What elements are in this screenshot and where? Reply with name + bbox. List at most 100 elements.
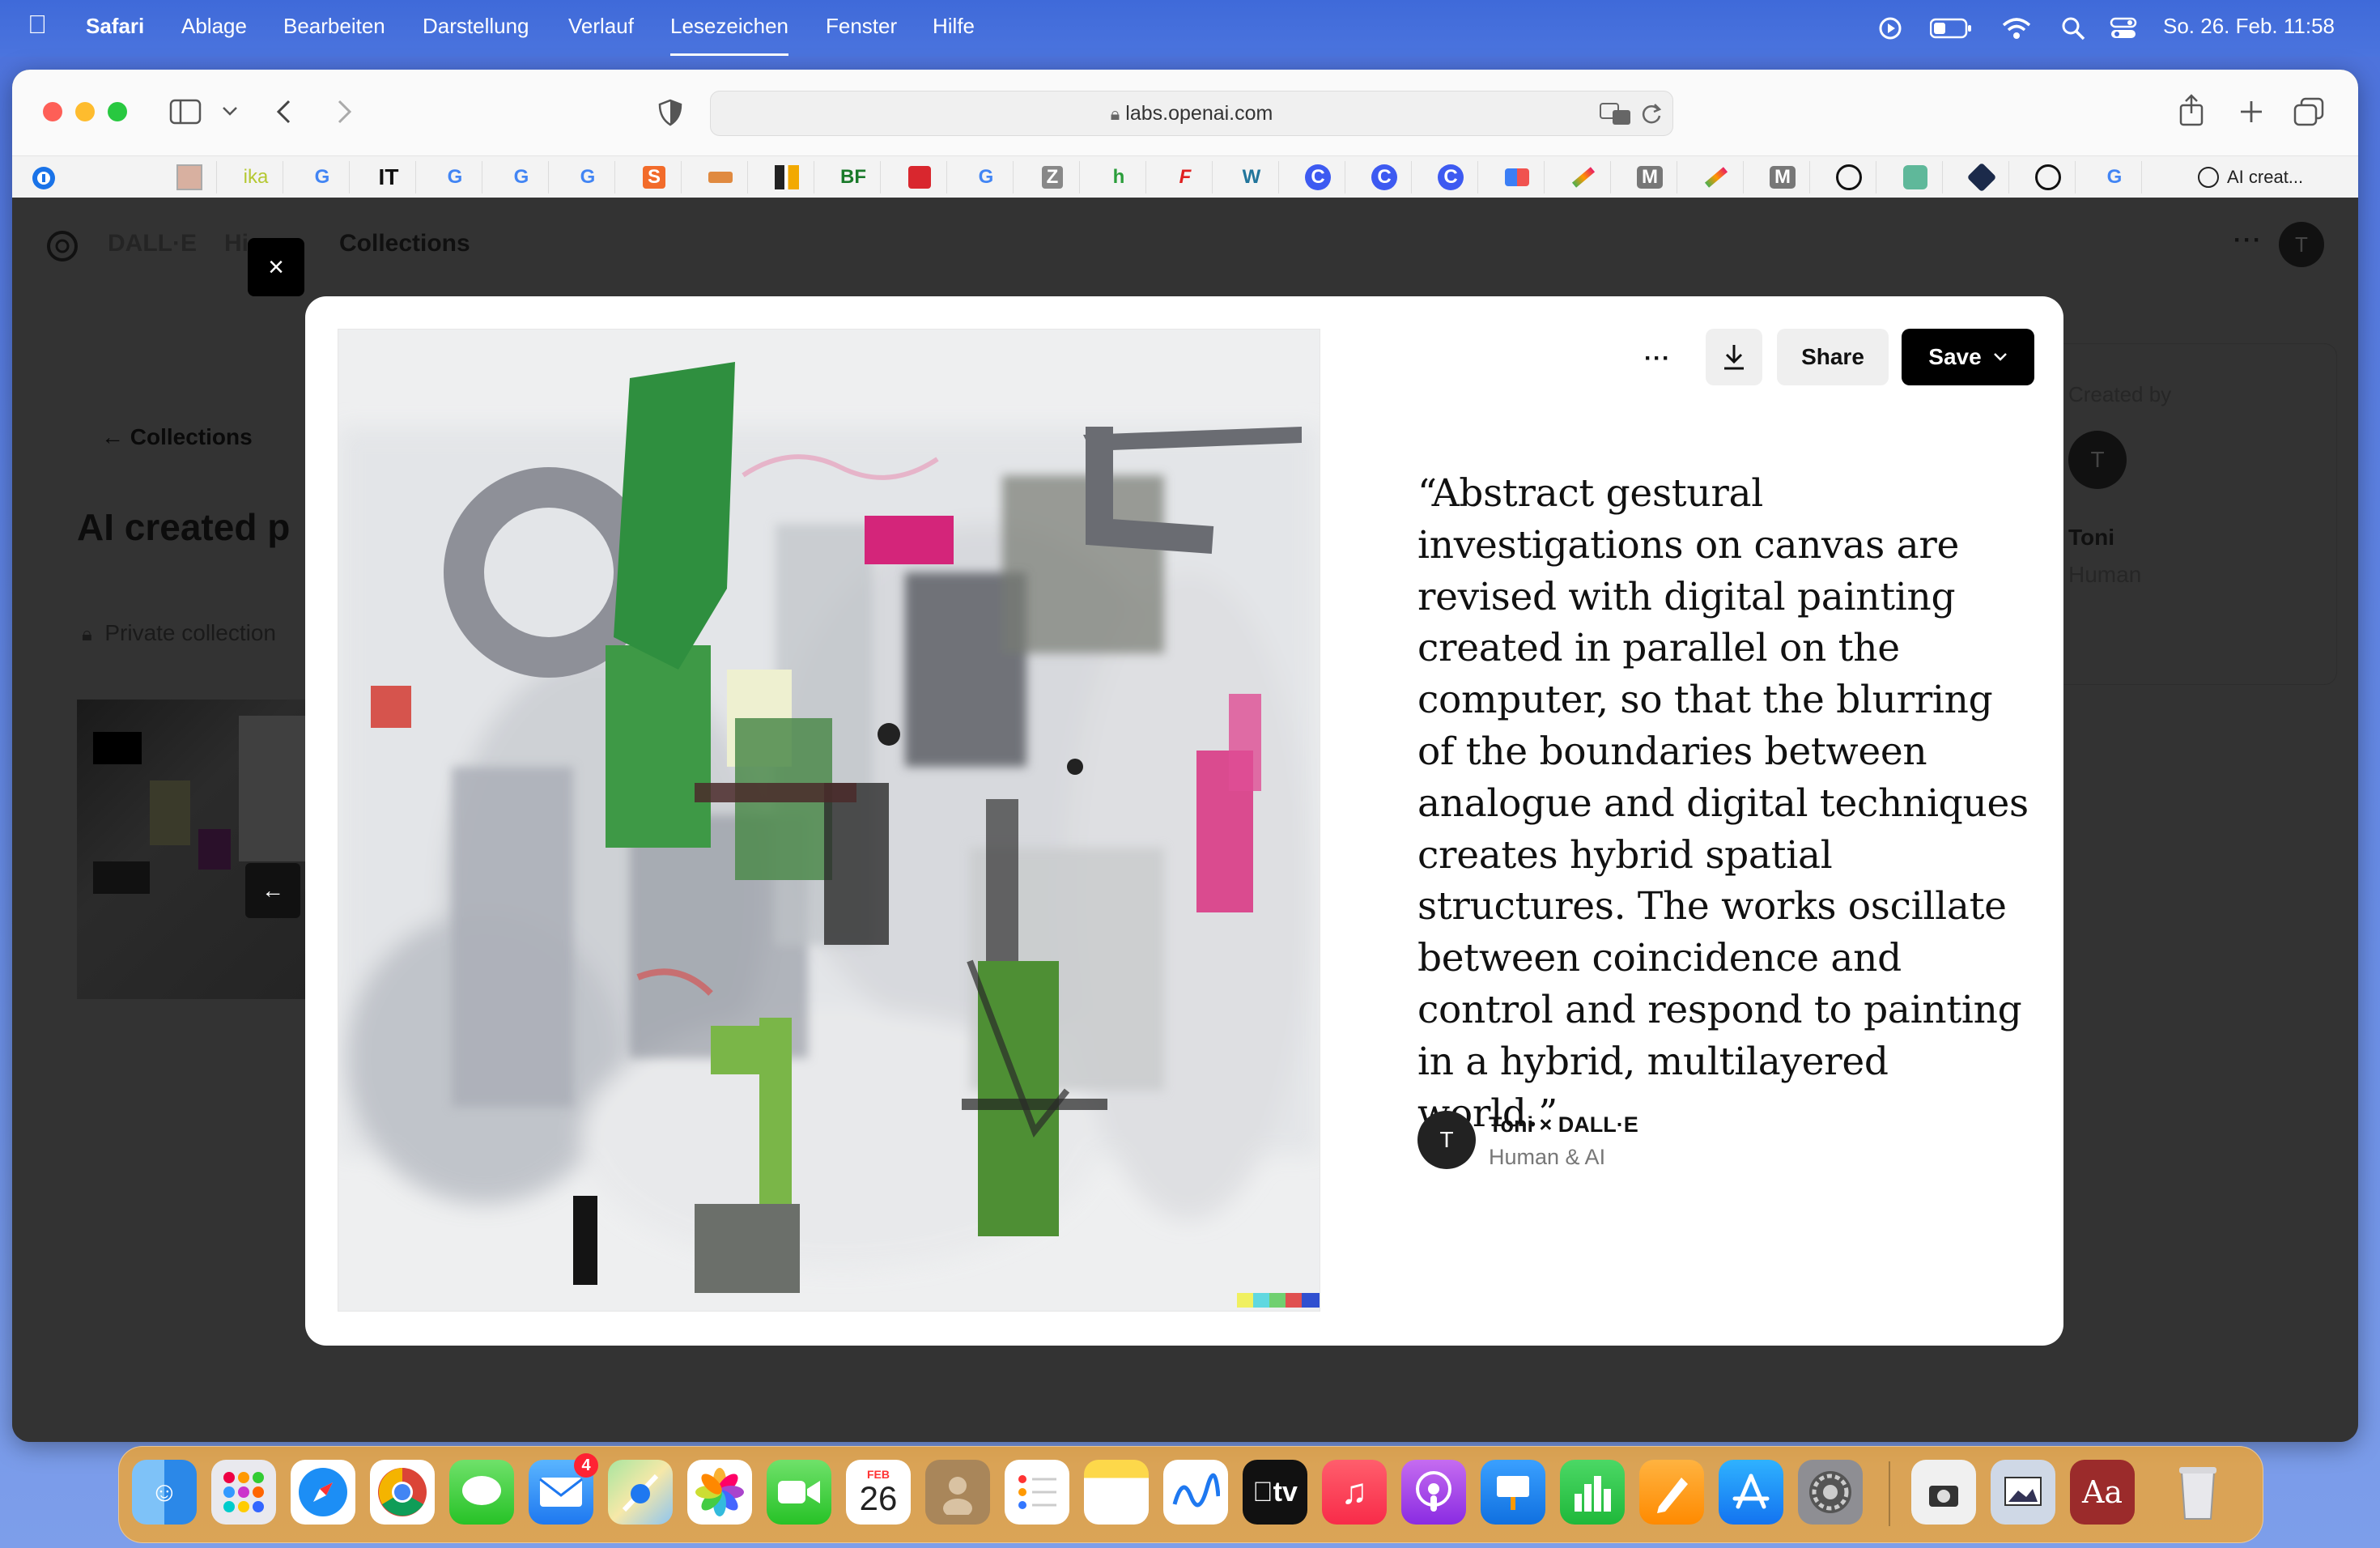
bookmark-item[interactable] <box>1955 161 2009 194</box>
bookmark-item[interactable]: h <box>1092 161 1146 194</box>
system-settings-icon[interactable] <box>1798 1460 1863 1525</box>
control-center-icon[interactable] <box>2110 16 2137 40</box>
bookmark-item[interactable] <box>893 161 947 194</box>
bookmark-item[interactable]: F <box>1158 161 1213 194</box>
chrome-icon[interactable] <box>370 1460 435 1525</box>
launchpad-icon[interactable] <box>211 1460 276 1525</box>
back-to-collections-link[interactable]: ← Collections <box>101 424 253 450</box>
bookmark-item[interactable]: G <box>295 161 350 194</box>
collection-thumbnail[interactable] <box>77 700 320 999</box>
bookmark-item[interactable] <box>163 161 217 194</box>
numbers-icon[interactable] <box>1560 1460 1625 1525</box>
bookmark-item[interactable]: M <box>1623 161 1677 194</box>
notes-icon[interactable] <box>1084 1460 1149 1525</box>
calendar-icon[interactable]: FEB 26 <box>846 1460 911 1525</box>
privacy-shield-icon[interactable] <box>658 99 682 126</box>
user-avatar[interactable]: T <box>2279 222 2324 267</box>
menu-item-verlauf[interactable]: Verlauf <box>568 14 634 39</box>
photos-icon[interactable] <box>687 1460 752 1525</box>
minimize-window-button[interactable] <box>75 102 95 121</box>
messages-icon[interactable] <box>449 1460 514 1525</box>
menu-item-hilfe[interactable]: Hilfe <box>933 14 975 39</box>
save-button[interactable]: Save <box>1902 329 2034 385</box>
apple-menu-icon[interactable]:  <box>28 10 47 40</box>
bookmark-item[interactable]: G <box>495 161 549 194</box>
openai-logo-icon[interactable] <box>45 228 80 264</box>
bookmark-item[interactable]: G <box>959 161 1014 194</box>
screenshot-utility-icon[interactable] <box>1911 1460 1976 1525</box>
music-icon[interactable]: ♫ <box>1322 1460 1387 1525</box>
nav-collections[interactable]: Collections <box>339 230 470 257</box>
address-bar[interactable]: 🔒︎ labs.openai.com <box>710 91 1673 136</box>
bookmark-item[interactable] <box>694 161 748 194</box>
bookmark-item[interactable]: C <box>1358 161 1412 194</box>
active-tab[interactable]: AI creat... <box>2198 161 2303 194</box>
creator-name[interactable]: Toni <box>2068 525 2114 551</box>
bookmark-item[interactable]: IT <box>362 161 416 194</box>
bookmark-item[interactable]: S <box>627 161 682 194</box>
app-store-icon[interactable] <box>1719 1460 1783 1525</box>
facetime-icon[interactable] <box>767 1460 831 1525</box>
more-options-icon[interactable]: ··· <box>2233 227 2263 254</box>
more-options-button[interactable]: ··· <box>1644 330 1671 387</box>
new-tab-icon[interactable] <box>2238 99 2264 125</box>
bookmark-item[interactable] <box>760 161 814 194</box>
safari-app-icon[interactable] <box>291 1460 355 1525</box>
openai-bookmark-icon[interactable] <box>1822 161 1876 194</box>
now-playing-icon[interactable] <box>1878 16 1902 40</box>
maps-icon[interactable] <box>608 1460 673 1525</box>
close-window-button[interactable] <box>43 102 62 121</box>
bookmark-item[interactable] <box>1557 161 1611 194</box>
author-name[interactable]: Toni × DALL·E <box>1489 1112 1638 1138</box>
tab-overview-icon[interactable] <box>2293 97 2324 126</box>
menu-item-fenster[interactable]: Fenster <box>826 14 897 39</box>
chatgpt-bookmark-icon[interactable] <box>1889 161 1943 194</box>
podcasts-icon[interactable] <box>1401 1460 1466 1525</box>
generated-artwork-image[interactable] <box>338 329 1320 1312</box>
chevron-down-icon[interactable] <box>221 105 239 118</box>
menu-item-darstellung[interactable]: Darstellung <box>423 14 529 39</box>
bookmark-item[interactable]: G <box>561 161 615 194</box>
close-modal-button[interactable]: × <box>248 238 304 296</box>
menu-item-ablage[interactable]: Ablage <box>181 14 247 39</box>
preview-icon[interactable] <box>1991 1460 2055 1525</box>
bookmark-item[interactable] <box>1689 161 1744 194</box>
bookmark-item[interactable]: C <box>1291 161 1345 194</box>
bookmark-item[interactable]: G <box>428 161 482 194</box>
bookmark-item[interactable] <box>1490 161 1545 194</box>
zoom-window-button[interactable] <box>108 102 127 121</box>
download-button[interactable] <box>1706 329 1762 385</box>
bookmark-item[interactable]: Z <box>1026 161 1080 194</box>
bookmark-item[interactable]: BF <box>827 161 881 194</box>
bookmark-item[interactable]: G <box>2088 161 2142 194</box>
menu-clock[interactable]: So. 26. Feb. 11:58 <box>2163 14 2335 39</box>
pages-icon[interactable] <box>1639 1460 1704 1525</box>
freeform-icon[interactable] <box>1163 1460 1228 1525</box>
nav-history-partial[interactable]: Hi <box>224 230 249 257</box>
dictionary-icon[interactable]: Aa <box>2070 1460 2135 1525</box>
bookmark-item[interactable]: M <box>1756 161 1810 194</box>
bookmark-item[interactable]: C <box>1424 161 1478 194</box>
contacts-icon[interactable] <box>925 1460 990 1525</box>
menu-app-name[interactable]: Safari <box>86 14 144 39</box>
bookmark-item[interactable]: W <box>1225 161 1279 194</box>
back-icon[interactable] <box>273 99 295 125</box>
finder-icon[interactable]: ☺ <box>132 1460 197 1525</box>
keynote-icon[interactable] <box>1481 1460 1545 1525</box>
brand-name[interactable]: DALL·E <box>108 230 197 257</box>
bookmark-item[interactable]: ika <box>229 161 283 194</box>
menu-item-lesezeichen[interactable]: Lesezeichen <box>670 14 788 56</box>
trash-icon[interactable] <box>2165 1460 2230 1525</box>
apple-tv-icon[interactable]: tv <box>1243 1460 1307 1525</box>
reload-icon[interactable] <box>1640 103 1663 125</box>
menu-item-bearbeiten[interactable]: Bearbeiten <box>283 14 385 39</box>
openai-bookmark-icon[interactable] <box>2021 161 2076 194</box>
translate-icon[interactable] <box>1600 103 1632 125</box>
reminders-icon[interactable] <box>1005 1460 1069 1525</box>
previous-image-button[interactable]: ← <box>245 863 300 918</box>
share-page-icon[interactable] <box>2178 94 2204 126</box>
battery-icon[interactable] <box>1930 18 1972 39</box>
sidebar-toggle-icon[interactable] <box>169 99 202 125</box>
forward-icon[interactable] <box>333 99 355 125</box>
spotlight-search-icon[interactable] <box>2061 16 2085 40</box>
